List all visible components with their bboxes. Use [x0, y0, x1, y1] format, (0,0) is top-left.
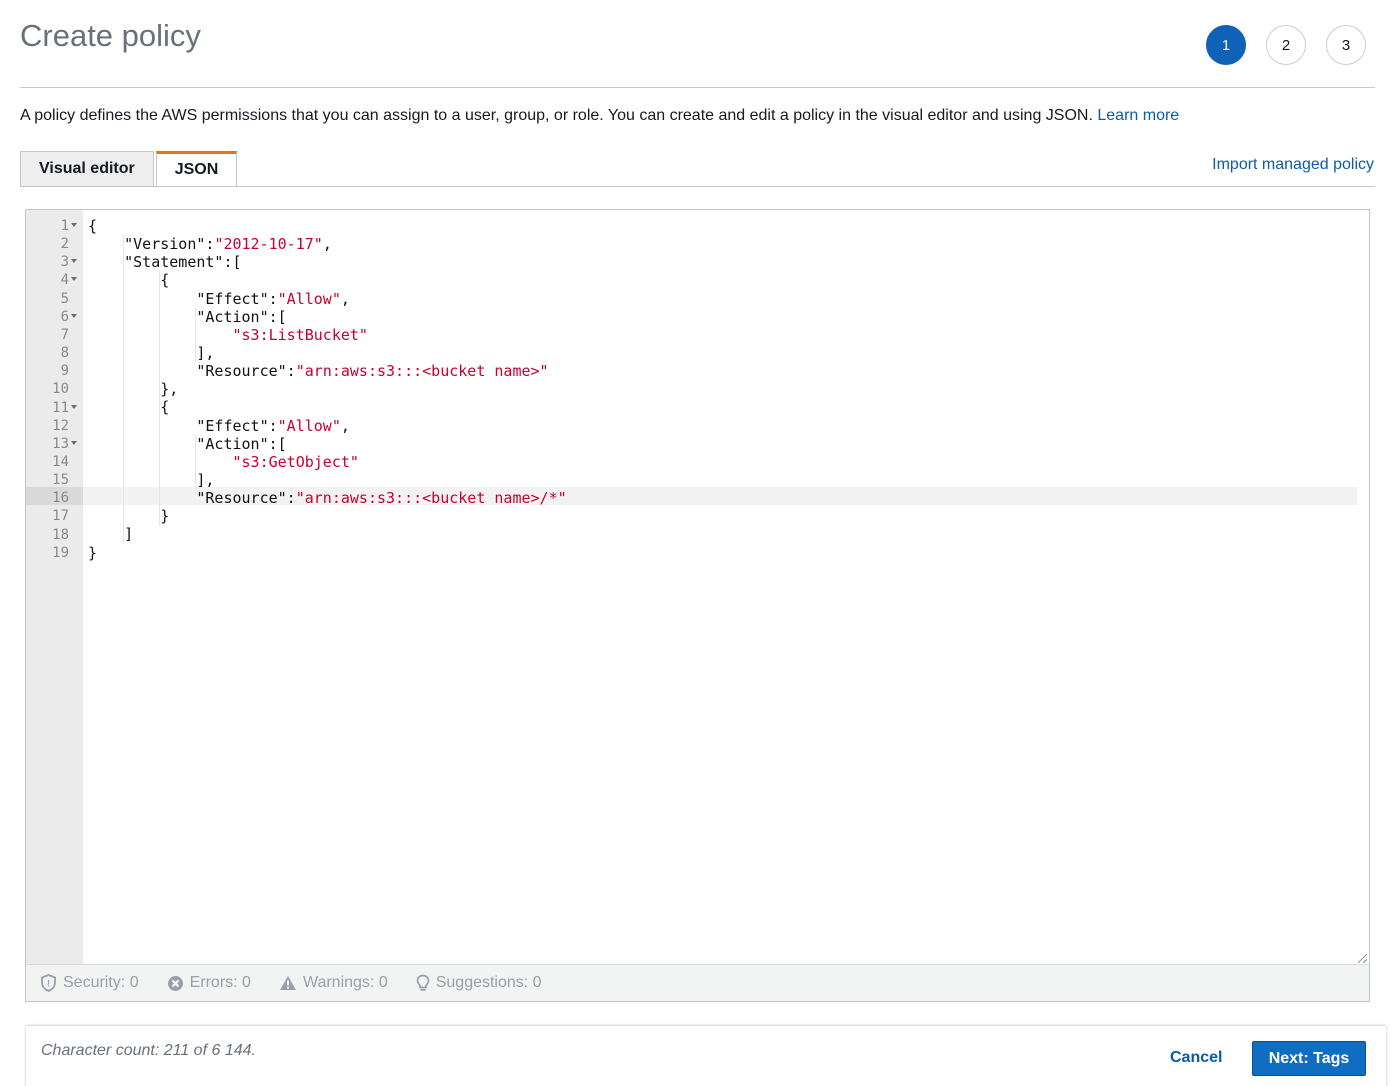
step-2: 2	[1266, 25, 1306, 65]
line-number: 5	[60, 290, 69, 307]
tab-visual-editor[interactable]: Visual editor	[20, 151, 154, 187]
lightbulb-icon	[416, 974, 430, 991]
code-line: },	[88, 380, 179, 399]
code-line: ]	[88, 525, 134, 544]
code-content[interactable]: { "Version":"2012-10-17", "Statement":[ …	[88, 217, 567, 562]
line-number: 9	[60, 363, 69, 380]
code-line: "Effect":"Allow",	[88, 289, 350, 308]
line-number: 16	[52, 490, 69, 507]
editor-tabs: Visual editor JSON	[20, 151, 239, 187]
line-number: 11	[52, 399, 69, 416]
step-1: 1	[1206, 25, 1246, 65]
fold-arrow-icon[interactable]	[71, 440, 77, 445]
policy-description: A policy defines the AWS permissions tha…	[20, 107, 1179, 125]
code-line: "Version":"2012-10-17",	[88, 235, 332, 254]
fold-arrow-icon[interactable]	[71, 259, 77, 264]
code-line: "s3:GetObject"	[232, 452, 359, 471]
fold-arrow-icon[interactable]	[71, 404, 77, 409]
code-area[interactable]: 1 2 3 4 5 6 7 8 9 10 11 12 13 14 15 16 17 18 19 { "Version…	[26, 210, 1369, 965]
character-count: Character count: 211 of 6 144.	[41, 1042, 256, 1059]
learn-more-link[interactable]: Learn more	[1097, 107, 1179, 124]
code-line: {	[88, 217, 98, 235]
code-line: "Effect":"Allow",	[88, 416, 350, 435]
code-line: "Statement":[	[88, 253, 242, 272]
line-number: 10	[52, 381, 69, 398]
code-line: "Resource":"arn:aws:s3:::<bucket name>/*…	[88, 489, 567, 508]
title-divider	[20, 87, 1375, 88]
warnings-count: Warnings: 0	[302, 974, 388, 991]
code-line: "s3:ListBucket"	[232, 325, 368, 344]
tabs-divider	[20, 186, 1375, 187]
code-line: {	[88, 271, 170, 290]
code-line: ],	[88, 470, 215, 489]
security-status[interactable]: ! Security: 0	[40, 974, 139, 992]
validation-status-bar: ! Security: 0 Errors: 0 Warnings: 0 Sugg…	[26, 964, 1369, 1001]
security-count: Security: 0	[63, 974, 139, 991]
errors-count: Errors: 0	[189, 974, 251, 991]
code-line: }	[88, 507, 170, 526]
warnings-status[interactable]: Warnings: 0	[279, 974, 388, 992]
suggestions-count: Suggestions: 0	[435, 974, 542, 991]
code-line: {	[88, 398, 170, 417]
line-number: 12	[52, 417, 69, 434]
step-3: 3	[1326, 25, 1366, 65]
error-icon	[167, 975, 183, 991]
cancel-button[interactable]: Cancel	[1170, 1049, 1222, 1067]
line-number: 14	[52, 453, 69, 470]
line-number: 3	[60, 254, 69, 271]
warning-icon	[279, 976, 296, 990]
line-number: 19	[52, 544, 69, 561]
fold-arrow-icon[interactable]	[71, 313, 77, 318]
description-text: A policy defines the AWS permissions tha…	[20, 107, 1093, 124]
errors-status[interactable]: Errors: 0	[167, 974, 251, 992]
json-editor: 1 2 3 4 5 6 7 8 9 10 11 12 13 14 15 16 17 18 19 { "Version…	[25, 209, 1370, 1002]
shield-icon: !	[41, 974, 56, 992]
line-number: 7	[60, 326, 69, 343]
code-line: "Resource":"arn:aws:s3:::<bucket name>"	[88, 362, 549, 381]
resize-handle-icon[interactable]	[1358, 954, 1367, 963]
code-line: }	[88, 543, 98, 562]
line-number: 1	[60, 218, 69, 234]
line-number: 2	[60, 236, 69, 253]
code-line: "Action":[	[88, 307, 287, 326]
suggestions-status[interactable]: Suggestions: 0	[416, 974, 542, 993]
footer-bar: Character count: 211 of 6 144. Cancel Ne…	[26, 1026, 1386, 1086]
wizard-steps: 1 2 3	[1206, 25, 1366, 65]
fold-arrow-icon[interactable]	[71, 223, 77, 227]
line-number: 6	[60, 308, 69, 325]
line-number: 8	[60, 345, 69, 362]
page-title: Create policy	[20, 18, 201, 53]
code-line: "Action":[	[88, 434, 287, 453]
fold-arrow-icon[interactable]	[71, 277, 77, 282]
line-number: 18	[52, 526, 69, 543]
tab-json[interactable]: JSON	[155, 151, 238, 187]
line-number: 13	[52, 435, 69, 452]
line-number: 15	[52, 472, 69, 489]
code-line: ],	[88, 343, 215, 362]
line-number: 4	[60, 272, 69, 289]
svg-text:!: !	[47, 979, 50, 989]
next-tags-button[interactable]: Next: Tags	[1252, 1041, 1366, 1076]
line-number: 17	[52, 508, 69, 525]
import-managed-policy-link[interactable]: Import managed policy	[1212, 156, 1374, 174]
